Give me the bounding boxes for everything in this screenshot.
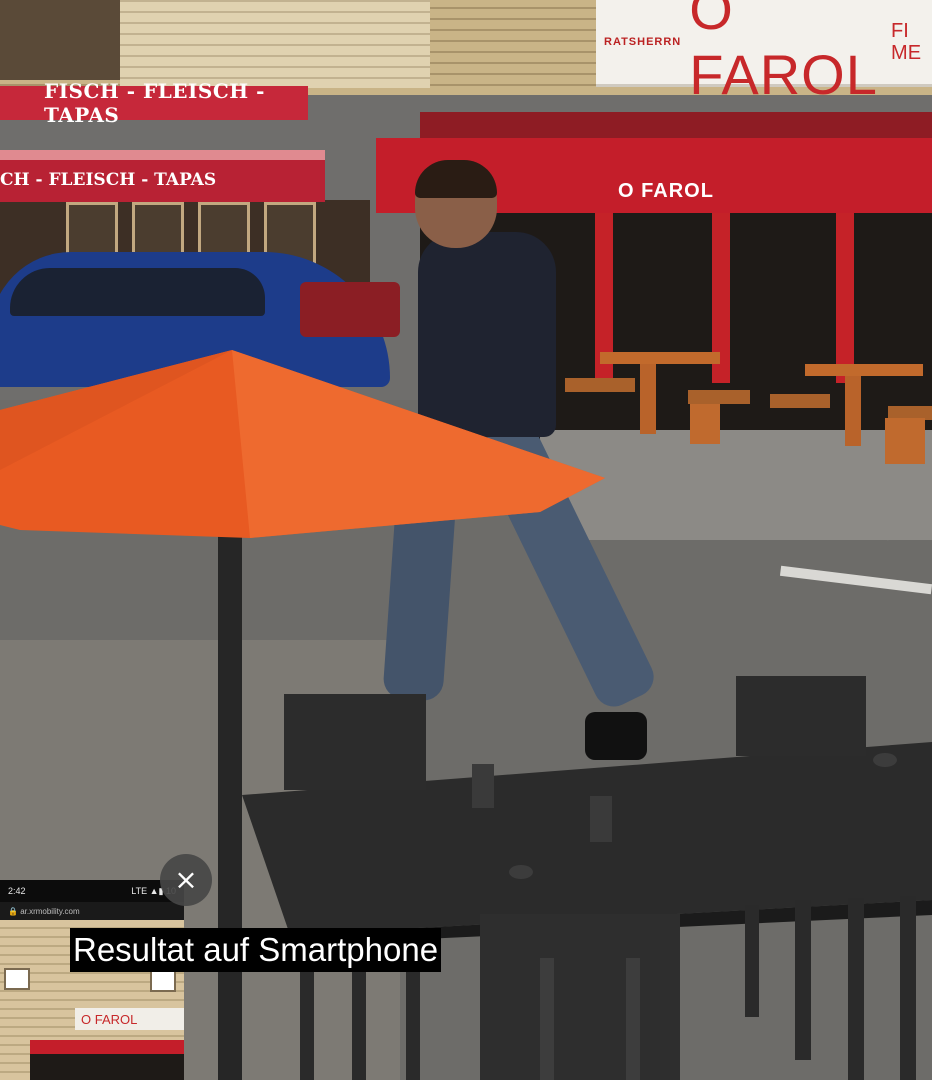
ar-chair-back: [284, 694, 426, 790]
phone-url: ar.xrmobility.com: [20, 906, 80, 916]
phone-url-bar: 🔒 ar.xrmobility.com: [0, 902, 184, 920]
ar-chair-back: [736, 676, 866, 756]
ar-post: [590, 796, 612, 842]
ar-umbrella-panel: [232, 350, 605, 538]
lock-icon: 🔒: [8, 906, 21, 916]
phone-time: 2:42: [8, 886, 26, 896]
ar-hole: [509, 865, 533, 879]
phone-awning: [30, 1040, 184, 1054]
ar-hole: [873, 753, 897, 767]
ar-leg: [900, 896, 916, 1080]
phone-window: [4, 968, 30, 990]
ar-leg: [745, 905, 759, 1017]
ar-post: [472, 764, 494, 808]
ar-leg: [795, 900, 811, 1060]
ar-chair-back: [480, 914, 680, 1080]
phone-window: [150, 970, 176, 992]
phone-shopfront: [30, 1054, 184, 1080]
caption: Resultat auf Smartphone: [70, 928, 442, 972]
ar-leg: [848, 898, 864, 1080]
phone-farol-sign: O FAROL: [75, 1008, 184, 1030]
ar-umbrella-pole: [218, 520, 242, 1080]
ar-leg: [626, 958, 640, 1080]
ar-leg: [540, 958, 554, 1080]
phone-status-bar: 2:42 LTE ▲▮ 10: [0, 880, 184, 902]
smartphone-preview[interactable]: 2:42 LTE ▲▮ 10 🔒 ar.xrmobility.com O FAR…: [0, 880, 184, 1080]
close-button[interactable]: ×: [160, 854, 212, 906]
